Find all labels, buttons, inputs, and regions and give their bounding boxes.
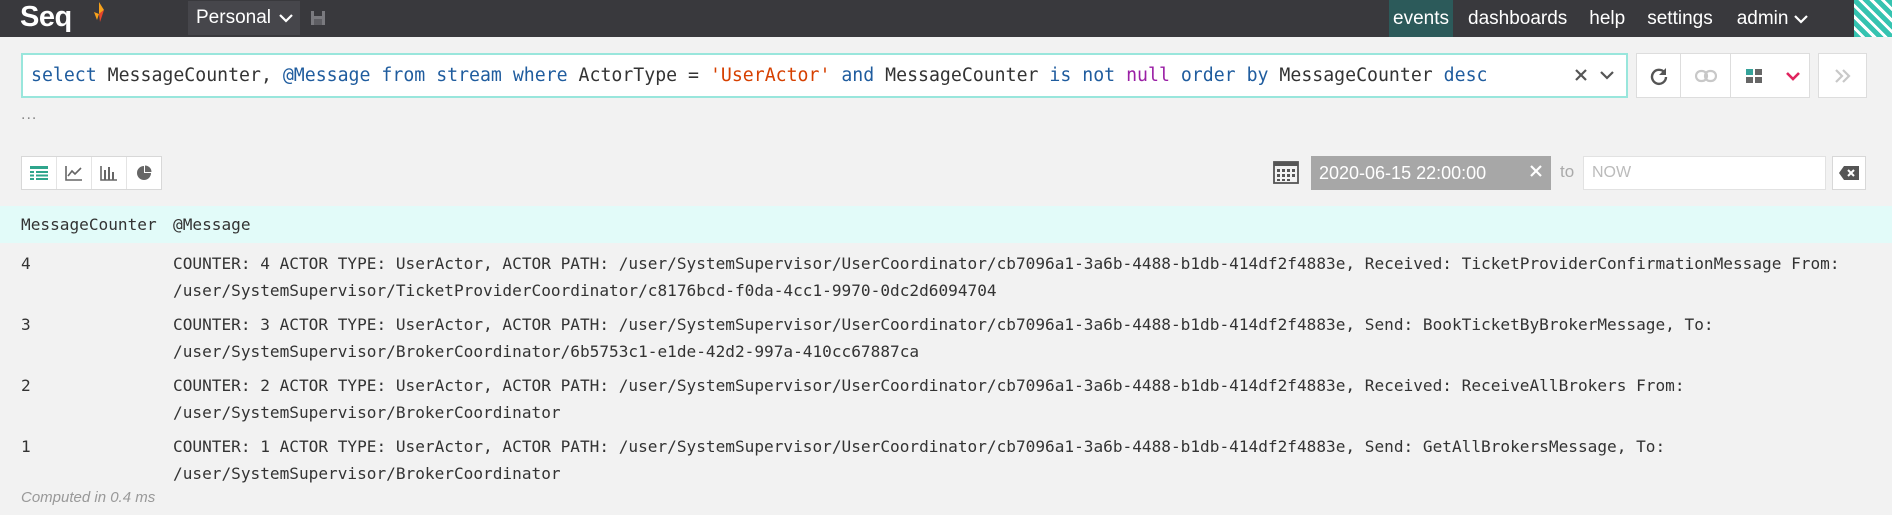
- query-token: stream: [436, 65, 502, 86]
- cell-counter: 4: [21, 254, 31, 273]
- range-from-value: 2020-06-15 22:00:00: [1319, 162, 1487, 183]
- cell-counter: 2: [21, 376, 31, 395]
- nav-admin-label: admin: [1736, 7, 1789, 29]
- link-icon: [1694, 69, 1717, 82]
- table-row[interactable]: 3 COUNTER: 3 ACTOR TYPE: UserActor, ACTO…: [0, 304, 1892, 365]
- cell-message: COUNTER: 4 ACTOR TYPE: UserActor, ACTOR …: [173, 254, 1840, 300]
- query-input[interactable]: select MessageCounter, @Message from str…: [21, 53, 1628, 98]
- query-token: [502, 65, 513, 86]
- clear-icon[interactable]: [1574, 68, 1588, 82]
- query-token: [830, 65, 841, 86]
- query-token: [1236, 65, 1247, 86]
- chevron-down-icon: [279, 14, 293, 23]
- forward-button[interactable]: [1818, 53, 1867, 98]
- pie-chart-icon: [137, 165, 152, 180]
- workspace-selector[interactable]: Personal: [188, 1, 300, 35]
- query-token: select: [31, 65, 97, 86]
- double-chevron-right-icon: [1834, 68, 1851, 83]
- floppy-disk-icon[interactable]: [310, 10, 326, 26]
- chevron-down-icon: [1786, 71, 1800, 81]
- seq-logo[interactable]: Seq: [20, 1, 72, 34]
- seq-flame-icon: [94, 2, 104, 22]
- bar-chart-icon: [100, 166, 117, 181]
- range-to-field[interactable]: NOW: [1583, 156, 1826, 190]
- chevron-down-icon: [1794, 14, 1809, 24]
- query-token: by: [1246, 65, 1269, 86]
- results-header: MessageCounter @Message: [0, 206, 1892, 243]
- nav-admin[interactable]: admin: [1728, 0, 1809, 37]
- query-token: null: [1126, 65, 1170, 86]
- query-token: 'UserActor': [709, 65, 831, 86]
- range-to-label: to: [1560, 162, 1575, 181]
- chevron-down-icon[interactable]: [1600, 70, 1614, 80]
- query-token: is: [1049, 65, 1072, 86]
- cell-message: COUNTER: 3 ACTOR TYPE: UserActor, ACTOR …: [173, 315, 1714, 361]
- main-nav: events dashboards help settings admin: [1389, 0, 1809, 37]
- refresh-button[interactable]: [1636, 53, 1681, 98]
- query-token: [370, 65, 381, 86]
- clear-icon[interactable]: [1529, 164, 1543, 178]
- column-header-messagecounter: MessageCounter: [21, 215, 157, 234]
- refresh-icon: [1650, 67, 1667, 85]
- top-bar: Seq Personal events dashboards help sett…: [0, 0, 1892, 37]
- query-token: [1071, 65, 1082, 86]
- line-chart-icon: [65, 166, 82, 181]
- results-table: MessageCounter @Message 4 COUNTER: 4 ACT…: [0, 206, 1892, 487]
- computed-time: Computed in 0.4 ms: [21, 489, 156, 506]
- nav-events[interactable]: events: [1389, 0, 1453, 37]
- range-to-placeholder: NOW: [1592, 164, 1632, 181]
- query-token: desc: [1443, 65, 1488, 86]
- clear-range-button[interactable]: [1832, 156, 1866, 190]
- query-token: MessageCounter,: [96, 65, 283, 86]
- query-token: not: [1082, 65, 1116, 86]
- table-view-button[interactable]: [22, 157, 57, 189]
- view-mode-group: [21, 156, 162, 190]
- query-token: where: [512, 65, 568, 86]
- cell-counter: 3: [21, 315, 31, 334]
- table-row[interactable]: 4 COUNTER: 4 ACTOR TYPE: UserActor, ACTO…: [0, 243, 1892, 304]
- workspace-label: Personal: [196, 7, 271, 28]
- query-more-ellipsis[interactable]: ...: [21, 106, 37, 124]
- table-icon: [30, 166, 48, 180]
- query-token: from: [381, 65, 426, 86]
- column-header-message: @Message: [173, 215, 251, 234]
- line-chart-button[interactable]: [57, 157, 92, 189]
- backspace-icon: [1839, 166, 1859, 180]
- nav-settings[interactable]: settings: [1638, 0, 1721, 37]
- bar-chart-button[interactable]: [92, 157, 127, 189]
- table-row[interactable]: 2 COUNTER: 2 ACTOR TYPE: UserActor, ACTO…: [0, 365, 1892, 426]
- query-token: [1115, 65, 1126, 86]
- avatar[interactable]: [1854, 0, 1892, 37]
- query-token: [425, 65, 436, 86]
- query-token: @Message: [282, 65, 371, 86]
- table-row[interactable]: 1 COUNTER: 1 ACTOR TYPE: UserActor, ACTO…: [0, 426, 1892, 487]
- nav-dashboards[interactable]: dashboards: [1459, 0, 1576, 37]
- add-to-dashboard-button[interactable]: [1731, 53, 1778, 98]
- query-token: MessageCounter: [1268, 65, 1444, 86]
- query-token: MessageCounter: [874, 65, 1050, 86]
- cell-message: COUNTER: 2 ACTOR TYPE: UserActor, ACTOR …: [173, 376, 1685, 422]
- calendar-icon[interactable]: [1273, 160, 1299, 184]
- range-from-field[interactable]: 2020-06-15 22:00:00: [1311, 156, 1551, 190]
- query-token: order: [1180, 65, 1236, 86]
- link-button[interactable]: [1681, 53, 1731, 98]
- cell-message: COUNTER: 1 ACTOR TYPE: UserActor, ACTOR …: [173, 437, 1666, 483]
- query-token: ActorType =: [567, 65, 710, 86]
- nav-help[interactable]: help: [1580, 0, 1634, 37]
- query-token: and: [841, 65, 875, 86]
- pie-chart-button[interactable]: [127, 157, 161, 189]
- cell-counter: 1: [21, 437, 31, 456]
- query-token: [1170, 65, 1181, 86]
- dashboard-menu-button[interactable]: [1777, 53, 1810, 98]
- query-text: select MessageCounter, @Message from str…: [31, 65, 1487, 86]
- dashboard-icon: [1746, 68, 1762, 83]
